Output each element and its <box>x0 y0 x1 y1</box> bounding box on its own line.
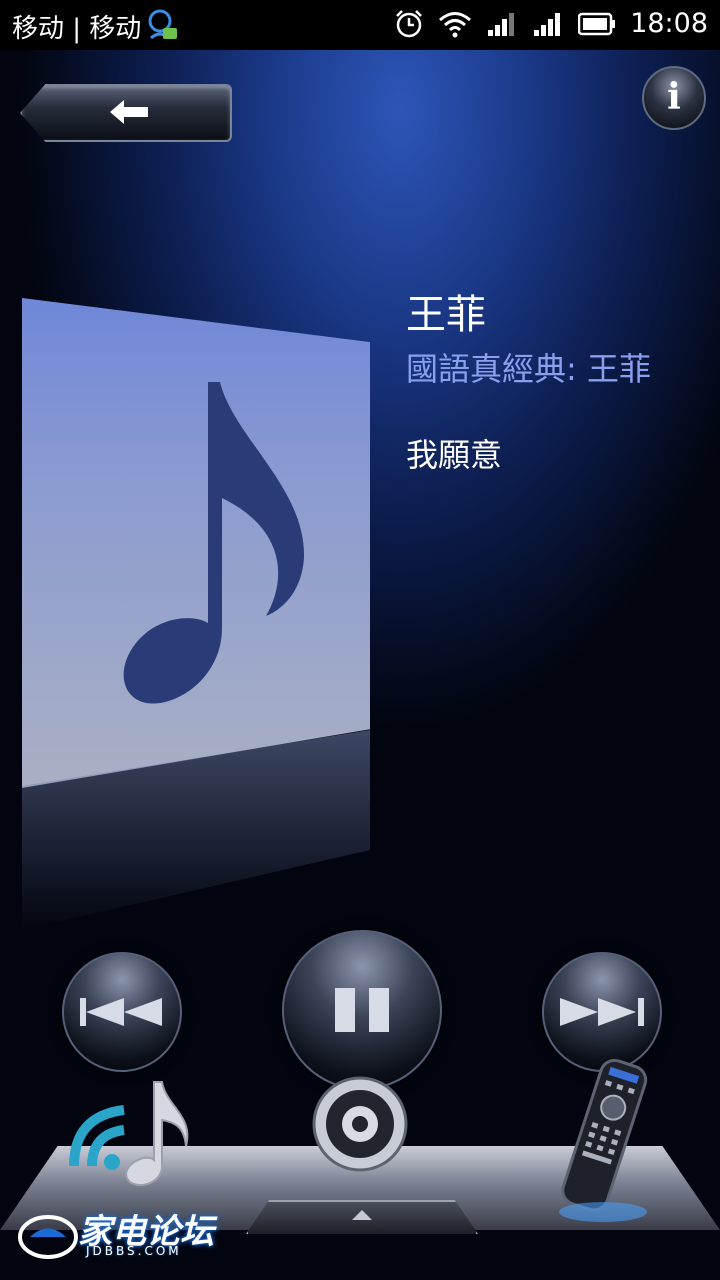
wireless-music-icon[interactable] <box>66 1076 196 1186</box>
watermark-logo: 家电论坛 JDBBS.COM <box>18 1212 218 1270</box>
watermark-subtext: JDBBS.COM <box>86 1244 182 1258</box>
signal-icon-2 <box>534 12 561 36</box>
artist-name: 王菲 <box>406 292 486 338</box>
remote-control-icon[interactable] <box>548 1054 658 1224</box>
chevron-up-icon <box>352 1210 372 1220</box>
previous-track-button[interactable] <box>62 952 182 1072</box>
skip-previous-icon <box>80 998 162 1026</box>
album-art <box>22 298 370 930</box>
album-name: 國語真經典: 王菲 <box>406 350 651 388</box>
qq-notification-icon <box>148 9 177 40</box>
alarm-icon <box>396 9 423 37</box>
skip-next-icon <box>560 998 644 1026</box>
dock-expand-tab[interactable] <box>246 1200 478 1234</box>
forum-logo-icon <box>18 1215 78 1259</box>
pause-icon <box>335 988 389 1032</box>
song-title: 我願意 <box>406 436 503 474</box>
status-bar: 移动 | 移动 18:08 <box>0 0 720 50</box>
speaker-icon[interactable] <box>310 1074 410 1174</box>
back-button[interactable] <box>20 84 232 142</box>
pause-button[interactable] <box>282 930 442 1090</box>
clock: 18:08 <box>630 8 708 39</box>
music-note-icon <box>123 382 305 704</box>
wifi-icon <box>439 11 472 37</box>
battery-icon <box>578 12 616 35</box>
signal-icon <box>488 12 515 36</box>
arrow-left-icon <box>110 100 148 124</box>
carrier-label: 移动 | 移动 <box>12 14 142 44</box>
info-button[interactable]: i <box>642 66 706 130</box>
